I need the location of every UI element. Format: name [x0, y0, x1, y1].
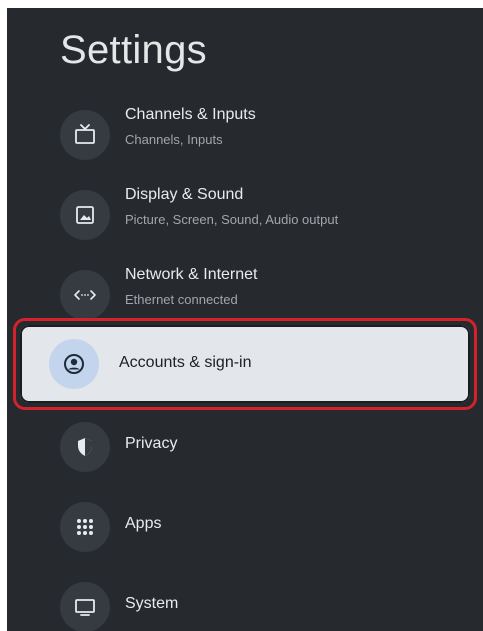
shield-icon — [60, 422, 110, 472]
menu-item-label: Privacy — [125, 435, 178, 452]
menu-item-system[interactable]: System — [7, 570, 483, 631]
page-title: Settings — [60, 28, 207, 72]
monitor-icon — [60, 582, 110, 631]
picture-icon — [60, 190, 110, 240]
menu-item-label: System — [125, 595, 179, 612]
menu-item-accounts-sign-in[interactable]: Accounts & sign-in — [20, 325, 470, 403]
menu-item-display-sound[interactable]: Display & Sound Picture, Screen, Sound, … — [7, 178, 483, 250]
account-icon — [49, 339, 99, 389]
menu-item-channels-inputs[interactable]: Channels & Inputs Channels, Inputs — [7, 98, 483, 170]
menu-item-subtitle: Channels, Inputs — [125, 132, 223, 147]
network-icon — [60, 270, 110, 320]
settings-panel: Settings Channels & Inputs Channels, Inp… — [7, 8, 483, 631]
menu-item-label: Channels & Inputs — [125, 106, 256, 123]
menu-item-label: Accounts & sign-in — [119, 354, 252, 371]
menu-item-apps[interactable]: Apps — [7, 490, 483, 562]
menu-item-privacy[interactable]: Privacy — [7, 410, 483, 482]
apps-grid-icon — [60, 502, 110, 552]
menu-item-subtitle: Picture, Screen, Sound, Audio output — [125, 212, 339, 227]
menu-item-label: Apps — [125, 515, 162, 532]
menu-item-subtitle: Ethernet connected — [125, 292, 238, 307]
tv-icon — [60, 110, 110, 160]
menu-item-label: Display & Sound — [125, 186, 244, 203]
menu-item-label: Network & Internet — [125, 266, 258, 283]
